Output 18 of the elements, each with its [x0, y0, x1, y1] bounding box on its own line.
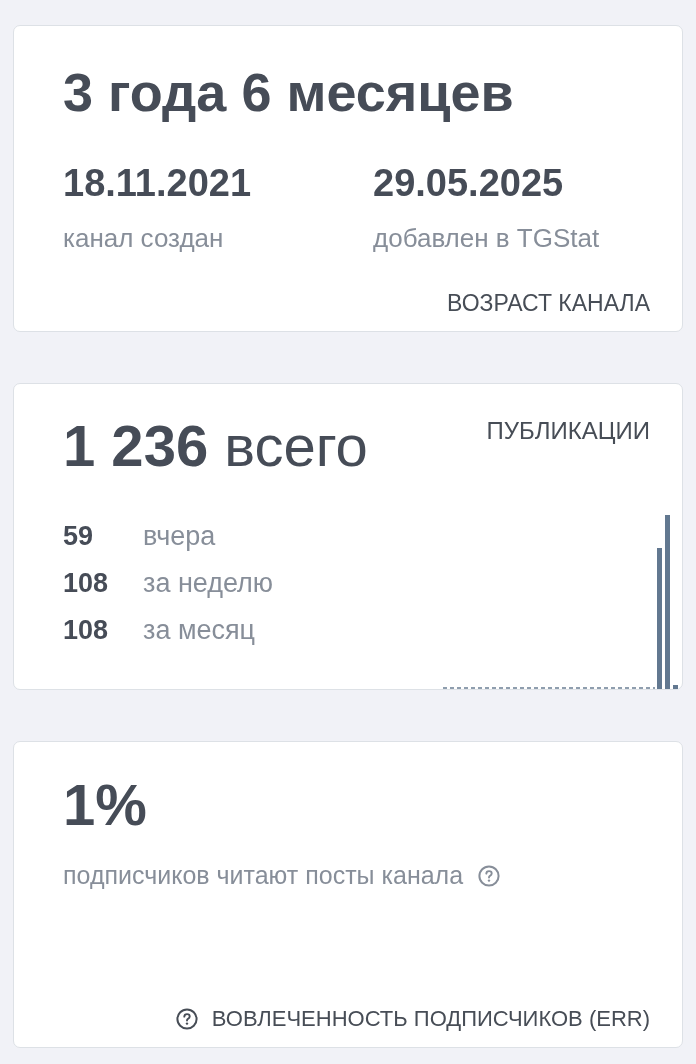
- date-value: 18.11.2021: [63, 164, 253, 202]
- period-count: 108: [63, 567, 110, 600]
- date-label: канал создан: [63, 225, 225, 251]
- engagement-description: подписчиков читают посты канала: [63, 863, 464, 888]
- period-count: 59: [63, 520, 95, 553]
- help-icon[interactable]: [175, 1008, 198, 1030]
- card-caption: ВОВЛЕЧЕННОСТЬ ПОДПИСЧИКОВ (ERR): [211, 1008, 650, 1030]
- period-label: за неделю: [143, 567, 274, 600]
- sparkline-bar: [673, 685, 678, 689]
- period-count: 108: [63, 614, 110, 647]
- engagement-value: 1%: [63, 776, 148, 834]
- date-label: добавлен в TGStat: [373, 225, 601, 251]
- card-caption: ВОЗРАСТ КАНАЛА: [447, 292, 650, 315]
- card-caption: ПУБЛИКАЦИИ: [486, 419, 650, 443]
- period-label: за месяц: [143, 614, 256, 647]
- publications-total: 1 236 всего: [63, 417, 368, 475]
- period-label: вчера: [143, 520, 216, 553]
- date-value: 29.05.2025: [373, 164, 565, 202]
